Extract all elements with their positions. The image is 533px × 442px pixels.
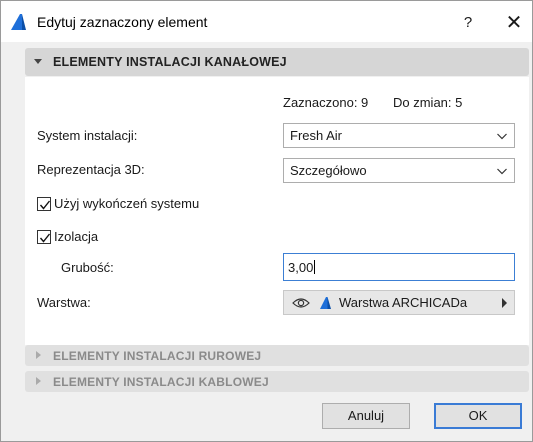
chevron-down-icon: [497, 133, 507, 140]
to-change-count: Do zmian: 5: [393, 95, 463, 110]
system-select[interactable]: Fresh Air: [283, 123, 515, 148]
layer-label: Warstwa:: [37, 295, 91, 310]
section-title-cable: ELEMENTY INSTALACJI KABLOWEJ: [53, 375, 269, 389]
section-header-pipe[interactable]: ELEMENTY INSTALACJI RUROWEJ: [25, 345, 529, 366]
close-button[interactable]: ✕: [501, 10, 527, 36]
thickness-input[interactable]: 3,00: [283, 253, 515, 281]
section-title-pipe: ELEMENTY INSTALACJI RUROWEJ: [53, 349, 262, 363]
cancel-button[interactable]: Anuluj: [322, 403, 410, 429]
collapsed-arrow-icon: [36, 377, 41, 385]
rep3d-select-value: Szczegółowo: [290, 163, 367, 178]
thickness-label: Grubość:: [61, 260, 114, 275]
rep3d-label: Reprezentacja 3D:: [37, 162, 145, 177]
section-title-duct: ELEMENTY INSTALACJI KANAŁOWEJ: [53, 55, 287, 69]
checkmark-icon: [39, 233, 51, 243]
archicad-layer-icon: [320, 297, 331, 309]
system-label: System instalacji:: [37, 128, 138, 143]
title-bar: Edytuj zaznaczony element ? ✕: [0, 0, 533, 42]
system-select-value: Fresh Air: [290, 128, 343, 143]
dialog-body: ELEMENTY INSTALACJI KANAŁOWEJ Zaznaczono…: [0, 42, 533, 442]
rep3d-select[interactable]: Szczegółowo: [283, 158, 515, 183]
insulation-label: Izolacja: [54, 229, 99, 244]
use-finishes-label: Użyj wykończeń systemu: [54, 196, 200, 211]
help-button[interactable]: ?: [456, 12, 480, 34]
layer-name: Warstwa ARCHICADa: [339, 295, 468, 310]
chevron-right-icon: [502, 298, 507, 308]
section-header-cable[interactable]: ELEMENTY INSTALACJI KABLOWEJ: [25, 371, 529, 392]
checkmark-icon: [39, 200, 51, 210]
eye-icon: [292, 298, 310, 308]
chevron-down-icon: [497, 168, 507, 175]
collapsed-arrow-icon: [36, 351, 41, 359]
window-title: Edytuj zaznaczony element: [37, 14, 208, 30]
archicad-app-icon: [11, 14, 26, 30]
ok-button[interactable]: OK: [434, 403, 522, 429]
insulation-checkbox[interactable]: [37, 230, 51, 244]
layer-select[interactable]: Warstwa ARCHICADa: [283, 290, 515, 315]
thickness-input-value: 3,00: [288, 260, 316, 275]
use-finishes-checkbox[interactable]: [37, 197, 51, 211]
expanded-arrow-icon: [34, 59, 42, 64]
selected-count: Zaznaczono: 9: [283, 95, 369, 110]
section-header-duct[interactable]: ELEMENTY INSTALACJI KANAŁOWEJ: [25, 48, 529, 76]
